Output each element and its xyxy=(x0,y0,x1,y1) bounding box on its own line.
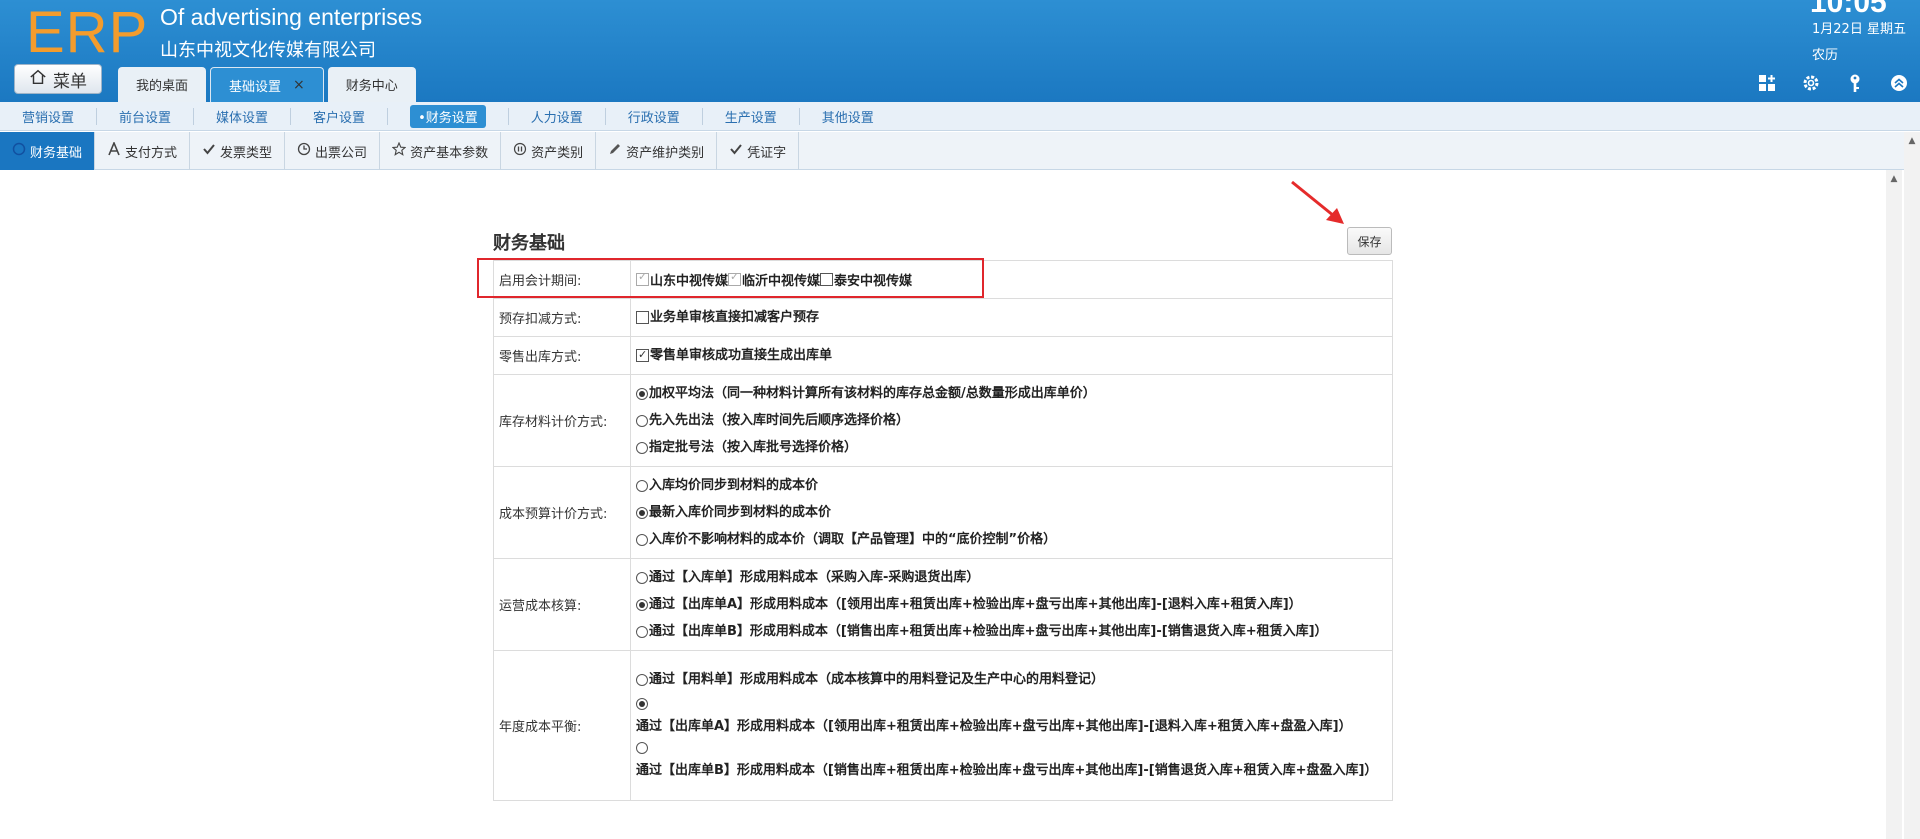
company-name-en: Of advertising enterprises xyxy=(160,4,423,30)
check-icon xyxy=(729,142,743,160)
scroll-up-icon[interactable]: ▲ xyxy=(1886,170,1902,188)
radio-annual-outbound-a[interactable] xyxy=(636,698,648,710)
erp-logo: ERP xyxy=(26,0,149,65)
check-icon xyxy=(202,142,216,160)
subnav-frontdesk[interactable]: 前台设置 xyxy=(97,107,195,126)
clock-date: 1月22日 星期五 xyxy=(1812,22,1906,37)
form-row-retail-outbound: 零售出库方式: 零售单审核成功直接生成出库单 xyxy=(493,336,1393,375)
form-row-inventory-costing: 库存材料计价方式: 加权平均法（同一种材料计算所有该材料的库存总金额/总数量形成… xyxy=(493,374,1393,467)
tab-label: 财务中心 xyxy=(345,79,398,94)
option-label: 业务单审核直接扣减客户预存 xyxy=(650,309,820,325)
grid-add-icon[interactable] xyxy=(1756,72,1778,94)
checkbox-retail-outbound[interactable] xyxy=(636,346,649,364)
radio-no-effect[interactable] xyxy=(636,533,648,546)
tab-label: 基础设置 xyxy=(229,79,282,95)
radio-weighted-average[interactable] xyxy=(636,387,648,400)
option-label: 零售单审核成功直接生成出库单 xyxy=(650,347,833,363)
clock-icon xyxy=(297,142,311,160)
star-icon xyxy=(391,141,407,160)
scroll-up-icon[interactable]: ▲ xyxy=(1904,132,1920,150)
option-label: 加权平均法（同一种材料计算所有该材料的库存总金额/总数量形成出库单价） xyxy=(649,385,1096,401)
option-label: 通过【出库单B】形成用料成本（[销售出库+租赁出库+检验出库+盘亏出库+其他出库… xyxy=(636,763,1378,778)
settings-subnav: 营销设置 前台设置 媒体设置 客户设置 •财务设置 人力设置 行政设置 生产设置… xyxy=(0,102,1920,131)
form-row-operating-cost: 运营成本核算: 通过【入库单】形成用料成本（采购入库-采购退货出库） 通过【出库… xyxy=(493,558,1393,651)
subnav-marketing[interactable]: 营销设置 xyxy=(0,107,98,126)
subnav-hr[interactable]: 人力设置 xyxy=(509,107,606,126)
circle-icon xyxy=(12,142,26,160)
tab-basic-settings[interactable]: 基础设置 × xyxy=(210,67,324,102)
radio-material-order[interactable] xyxy=(636,674,648,686)
tab-voucher-word[interactable]: 凭证字 xyxy=(717,132,800,170)
tab-finance-center[interactable]: 财务中心 xyxy=(327,67,416,102)
collapse-up-icon[interactable] xyxy=(1888,72,1910,94)
form-row-cost-budget: 成本预算计价方式: 入库均价同步到材料的成本价 最新入库价同步到材料的成本价 入… xyxy=(493,466,1393,559)
tab-invoicing-company[interactable]: 出票公司 xyxy=(285,132,381,170)
close-icon[interactable]: × xyxy=(293,77,305,93)
tab-my-desktop[interactable]: 我的桌面 xyxy=(118,67,207,102)
subnav-customer[interactable]: 客户设置 xyxy=(291,107,389,126)
form-row-prepay-deduction: 预存扣减方式: 业务单审核直接扣减客户预存 xyxy=(493,298,1393,337)
radio-latest-inbound[interactable] xyxy=(636,506,648,519)
tab-asset-parameters[interactable]: 资产基本参数 xyxy=(380,132,502,170)
pencil-icon xyxy=(608,142,622,160)
tab-asset-maintenance[interactable]: 资产维护类别 xyxy=(596,132,718,170)
field-label: 预存扣减方式: xyxy=(493,298,631,337)
option-label: 先入先出法（按入库时间先后顺序选择价格） xyxy=(649,412,910,428)
company-name-cn: 山东中视文化传媒有限公司 xyxy=(160,40,376,61)
subnav-media[interactable]: 媒体设置 xyxy=(194,107,292,126)
option-label: 指定批号法（按入库批号选择价格） xyxy=(649,439,858,455)
content-scrollbar[interactable]: ▲ xyxy=(1886,170,1902,839)
finance-settings-form: 启用会计期间: 山东中视传媒 临沂中视传媒 泰安中视传媒 预存扣减方式: 业务单… xyxy=(493,260,1393,801)
field-label: 年度成本平衡: xyxy=(493,650,631,801)
annotation-highlight-box xyxy=(477,258,984,298)
outer-scrollbar[interactable]: ▲ xyxy=(1904,132,1920,839)
tab-asset-category[interactable]: 资产类别 xyxy=(501,132,597,170)
tab-invoice-type[interactable]: 发票类型 xyxy=(190,132,286,170)
option-label: 通过【出库单B】形成用料成本（[销售出库+租赁出库+检验出库+盘亏出库+其他出库… xyxy=(649,623,1328,639)
finance-section-tabs: 财务基础 支付方式 发票类型 出票公司 资产基本参数 资产类别 资产维护类别 凭… xyxy=(0,132,1904,170)
field-label: 成本预算计价方式: xyxy=(493,466,631,559)
option-label: 通过【用料单】形成用料成本（成本核算中的用料登记及生产中心的用料登记） xyxy=(649,672,1105,687)
home-icon xyxy=(29,68,47,91)
annotation-arrow xyxy=(1291,180,1344,224)
radio-outbound-b[interactable] xyxy=(636,625,648,638)
subnav-production[interactable]: 生产设置 xyxy=(703,107,800,126)
option-label: 通过【出库单A】形成用料成本（[领用出库+租赁出库+检验出库+盘亏出库+其他出库… xyxy=(636,719,1352,734)
radio-fifo[interactable] xyxy=(636,414,648,427)
radio-outbound-a[interactable] xyxy=(636,598,648,611)
clock-lunar: 农历 xyxy=(1812,48,1839,63)
gear-icon[interactable] xyxy=(1800,72,1822,94)
radio-average-inbound[interactable] xyxy=(636,479,648,492)
tab-payment-method[interactable]: 支付方式 xyxy=(95,132,191,170)
option-label: 通过【出库单A】形成用料成本（[领用出库+租赁出库+检验出库+盘亏出库+其他出库… xyxy=(649,596,1302,612)
app-header: ERP Of advertising enterprises 山东中视文化传媒有… xyxy=(0,0,1920,102)
page-title: 财务基础 xyxy=(493,233,565,254)
option-label: 入库价不影响材料的成本价（调取【产品管理】中的“底价控制”价格） xyxy=(649,531,1057,547)
form-row-annual-balance: 年度成本平衡: 通过【用料单】形成用料成本（成本核算中的用料登记及生产中心的用料… xyxy=(493,650,1393,801)
radio-annual-outbound-b[interactable] xyxy=(636,742,648,754)
letter-a-icon xyxy=(107,140,121,160)
option-label: 通过【入库单】形成用料成本（采购入库-采购退货出库） xyxy=(649,569,980,585)
tab-label: 我的桌面 xyxy=(136,79,189,94)
field-label: 运营成本核算: xyxy=(493,558,631,651)
menu-label: 菜单 xyxy=(53,71,87,92)
radio-batch-number[interactable] xyxy=(636,441,648,454)
menu-button[interactable]: 菜单 xyxy=(14,64,102,94)
option-label: 最新入库价同步到材料的成本价 xyxy=(649,504,832,520)
radio-inbound-order[interactable] xyxy=(636,571,648,584)
header-toolbar xyxy=(1756,72,1910,94)
tab-finance-basic[interactable]: 财务基础 xyxy=(0,132,96,170)
workspace-tabs: 我的桌面 基础设置 × 财务中心 xyxy=(118,67,416,102)
subnav-other[interactable]: 其他设置 xyxy=(800,108,896,126)
pause-icon xyxy=(513,142,527,160)
subnav-admin[interactable]: 行政设置 xyxy=(606,107,703,126)
subnav-finance[interactable]: •财务设置 xyxy=(388,104,509,128)
field-label: 零售出库方式: xyxy=(493,336,631,375)
field-label: 库存材料计价方式: xyxy=(493,374,631,467)
clock-time: 10:05 xyxy=(1810,0,1887,19)
checkbox-prepay-deduct[interactable] xyxy=(636,311,649,324)
option-label: 入库均价同步到材料的成本价 xyxy=(649,477,819,493)
key-icon[interactable] xyxy=(1844,72,1866,94)
save-button[interactable]: 保存 xyxy=(1347,227,1392,255)
